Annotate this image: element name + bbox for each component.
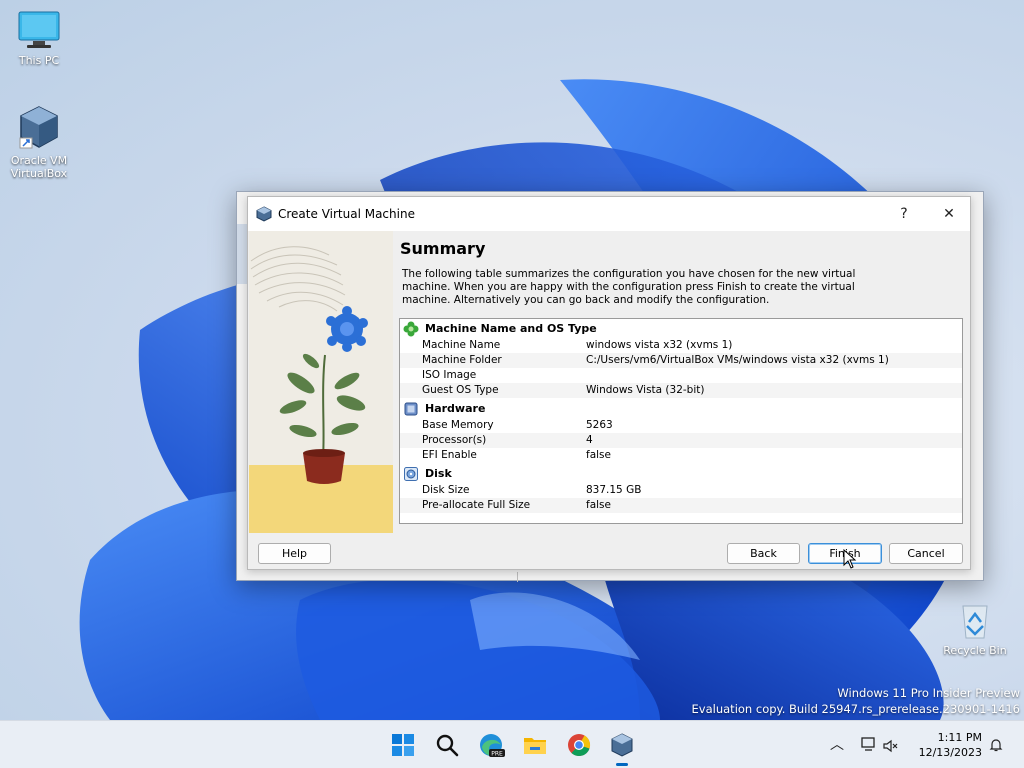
cancel-button[interactable]: Cancel [889,543,963,564]
system-clock[interactable]: 1:11 PM 12/13/2023 [919,730,982,760]
section-disk: Disk [400,465,962,483]
dialog-titlebar[interactable]: Create Virtual Machine ? ✕ [248,197,970,231]
help-question-button[interactable]: ? [882,202,926,226]
taskbar: PRE ︿ 1:11 PM 12/13/2023 [0,720,1024,768]
volume-muted-icon[interactable] [882,738,898,754]
table-row: EFI Enable false [422,449,611,461]
network-icon[interactable] [860,736,878,754]
table-row: Guest OS Type Windows Vista (32-bit) [400,383,962,398]
table-row: Base Memory 5263 [422,419,613,431]
os-watermark: Windows 11 Pro Insider Preview Evaluatio… [691,686,1020,716]
table-row: Processor(s) 4 [400,433,962,448]
close-button[interactable]: ✕ [927,202,971,226]
edge-browser-icon[interactable]: PRE [477,731,505,759]
file-explorer-icon[interactable] [521,731,549,759]
section-machine-name-os-type: Machine Name and OS Type [400,320,962,338]
back-button[interactable]: Back [727,543,800,564]
monitor-icon [18,11,60,48]
virtualbox-taskbar-icon[interactable] [608,731,636,759]
table-row: Disk Size 837.15 GB [422,484,642,496]
windows-start-icon[interactable] [389,731,417,759]
desktop-icon-virtualbox[interactable]: Oracle VM VirtualBox [1,104,77,180]
mouse-cursor-icon [843,549,857,569]
notification-bell-icon[interactable] [988,737,1004,753]
virtualbox-cube-icon [256,206,272,222]
summary-description: The following table summarizes the confi… [402,268,856,306]
table-row: Machine Folder C:/Users/vm6/VirtualBox VM… [400,353,962,368]
search-icon[interactable] [433,731,461,759]
active-app-indicator [616,763,628,766]
page-heading: Summary [400,239,486,258]
desktop-icon-this-pc[interactable]: This PC [1,10,77,67]
disk-icon [404,467,418,481]
desktop-icon-label: This PC [18,54,60,67]
summary-table[interactable]: Machine Name and OS Type Machine Name win… [399,318,963,524]
recycle-bin-icon [962,605,988,639]
table-row: Machine Name windows vista x32 (xvms 1) [422,339,733,351]
dialog-title: Create Virtual Machine [278,207,415,221]
table-row: ISO Image [422,369,477,381]
desktop-icon-recycle-bin[interactable]: Recycle Bin [937,600,1013,657]
os-type-icon [403,321,419,337]
chrome-browser-icon[interactable] [565,731,593,759]
virtualbox-cube-icon [19,106,58,149]
chevron-up-icon[interactable]: ︿ [830,734,844,754]
desktop-icon-label: Recycle Bin [943,644,1007,657]
chip-icon [404,402,418,416]
section-hardware: Hardware [400,400,962,418]
table-row: Pre-allocate Full Size false [400,498,962,513]
svg-text:PRE: PRE [491,751,503,758]
help-button[interactable]: Help [258,543,331,564]
create-vm-dialog: Create Virtual Machine ? ✕ Summary The f… [247,196,971,570]
plant-illustration [249,231,393,533]
wizard-illustration [249,231,393,533]
desktop-icon-label: Oracle VM VirtualBox [10,154,68,180]
